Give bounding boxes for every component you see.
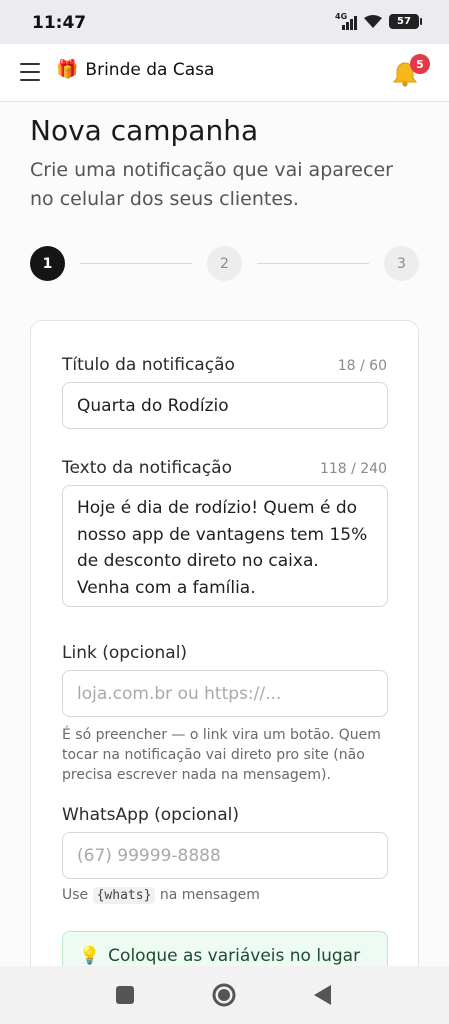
whatsapp-help-text: Use {whats} na mensagem (62, 885, 392, 906)
home-button[interactable] (212, 983, 236, 1011)
gift-icon: 🎁 (56, 59, 79, 80)
body-textarea[interactable]: Hoje é dia de rodízio! Quem é do nosso a… (62, 485, 388, 607)
status-time: 11:47 (32, 13, 87, 33)
system-nav-bar (0, 966, 449, 1024)
step-2[interactable]: 2 (207, 246, 242, 281)
signal-icon: 4G (335, 11, 357, 30)
body-field-label: Texto da notificação (62, 458, 232, 478)
status-bar: 11:47 4G 57 (0, 0, 449, 44)
square-icon (116, 986, 134, 1004)
stepper: 1 2 3 (30, 246, 420, 282)
app-header: 🎁 Brinde da Casa 5 (0, 44, 449, 102)
page-subtitle: Crie uma notificação que vai aparecer no… (30, 159, 393, 210)
link-help-text: É só preencher — o link vira um botão. Q… (62, 727, 381, 783)
triangle-back-icon (314, 985, 331, 1005)
status-icons: 4G 57 (335, 11, 422, 30)
app-name: Brinde da Casa (85, 60, 215, 80)
network-type: 4G (335, 11, 348, 21)
whatsapp-input[interactable]: (67) 99999-8888 (62, 832, 388, 879)
title-input[interactable]: Quarta do Rodízio (62, 382, 388, 429)
recents-button[interactable] (116, 986, 134, 1008)
notifications-button[interactable]: 5 (390, 54, 430, 90)
hamburger-icon[interactable] (20, 63, 40, 81)
link-field-label: Link (opcional) (62, 643, 188, 663)
step-3[interactable]: 3 (384, 246, 419, 281)
step-connector (80, 263, 192, 264)
link-input[interactable]: loja.com.br ou https://... (62, 670, 388, 717)
body-char-counter: 118 / 240 (319, 461, 387, 477)
whatsapp-field-label: WhatsApp (opcional) (62, 805, 239, 825)
page-title: Nova campanha (30, 114, 259, 147)
brand: 🎁 Brinde da Casa (56, 59, 215, 81)
title-char-counter: 18 / 60 (337, 358, 387, 374)
wifi-icon (364, 15, 382, 28)
notification-count-badge: 5 (410, 54, 430, 74)
battery-level: 57 (397, 16, 411, 27)
title-field-label: Título da notificação (62, 355, 235, 375)
step-connector (257, 263, 369, 264)
whats-variable-code: {whats} (92, 887, 156, 904)
circle-icon (212, 983, 236, 1007)
help-prefix: Use (62, 887, 89, 903)
back-button[interactable] (314, 985, 332, 1009)
campaign-form-card: Título da notificação 18 / 60 Quarta do … (30, 320, 419, 1001)
step-1[interactable]: 1 (30, 246, 65, 281)
help-suffix: na mensagem (159, 887, 260, 903)
battery-icon: 57 (389, 14, 422, 29)
